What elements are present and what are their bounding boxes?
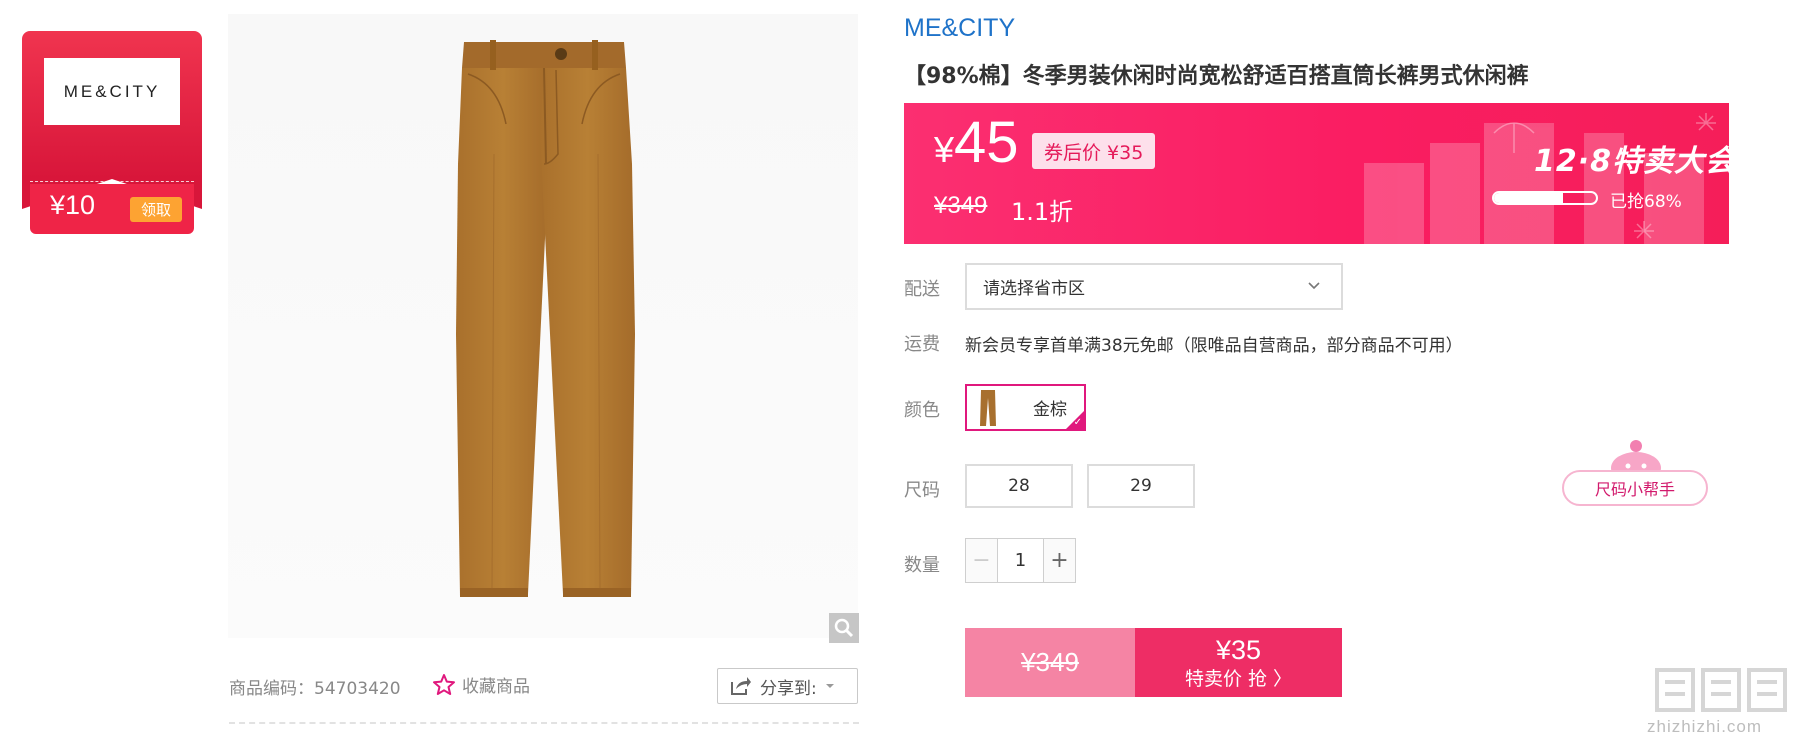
sold-progress-text: 已抢68% [1610,192,1682,212]
product-image[interactable] [228,14,858,638]
increase-quantity-button[interactable]: + [1043,539,1075,582]
caret-down-icon [825,684,834,688]
region-select-value: 请选择省市区 [983,279,1085,299]
sold-progress-bar [1492,191,1598,205]
region-select[interactable]: 请选择省市区 [965,263,1343,310]
product-sku: 商品编码：54703420 [229,679,401,699]
color-label: 颜色 [904,400,940,421]
size-option-29[interactable]: 29 [1087,464,1195,508]
size-option-28[interactable]: 28 [965,464,1073,508]
sale-event-title: 12·8特卖大会 [1534,144,1729,179]
original-price-panel: ¥349 [965,628,1135,697]
buy-sale-price: ¥35 [1215,634,1262,665]
color-option-label: 金棕 [1033,400,1067,420]
size-helper[interactable]: 尺码小帮手 [1562,440,1710,508]
star-icon [433,673,455,695]
chevron-down-icon [1308,282,1320,290]
coupon-price-badge: 券后价 ¥35 [1032,133,1156,169]
original-price: ¥349 [934,192,988,219]
buy-label: 特卖价 抢 〉 [1184,667,1293,690]
coupon-divider [30,181,194,182]
price-value: 45 [954,110,1019,175]
price-banner: ¥ 45 券后价 ¥35 ¥349 1.1折 12·8特卖大会 已抢68% [904,103,1729,244]
size-helper-label[interactable]: 尺码小帮手 [1562,470,1708,506]
coupon-card[interactable]: ME&CITY ¥10 领取 [22,31,202,236]
share-icon [731,677,751,695]
coupon-card-top: ME&CITY [22,31,202,209]
product-title: 【98%棉】冬季男装休闲时尚宽松舒适百搭直筒长裤男式休闲裤 [904,64,1529,89]
divider [229,722,859,724]
share-label: 分享到: [760,678,817,699]
shipping-label: 运费 [904,334,940,355]
share-dropdown[interactable]: 分享到: [717,668,858,704]
brand-name[interactable]: ME&CITY [904,14,1015,43]
buy-button[interactable]: ¥35 特卖价 抢 〉 [1135,628,1342,697]
color-option-selected[interactable]: 金棕 ✓ [965,384,1086,431]
current-price: ¥ 45 [934,109,1019,176]
favorite-button[interactable]: 收藏商品 [432,672,530,697]
coupon-card-bottom: ¥10 领取 [30,184,194,234]
brand-logo-text: ME&CITY [63,81,161,101]
favorite-label: 收藏商品 [462,677,530,697]
magnifier-icon [834,618,854,638]
pants-image [456,40,635,597]
zoom-button[interactable] [829,613,859,643]
delivery-label: 配送 [904,279,940,300]
brand-logo: ME&CITY [44,58,180,125]
shipping-info: 新会员专享首单满38元免邮（限唯品自营商品，部分商品不可用） [965,336,1463,356]
quantity-input[interactable] [998,539,1043,582]
quantity-label: 数量 [904,555,940,576]
coupon-amount: ¥10 [50,190,96,220]
decrease-quantity-button[interactable]: − [966,539,998,582]
watermark-text: zhizhizhi.com [1647,717,1763,736]
sold-progress-fill [1494,193,1564,203]
color-thumbnail [980,389,996,426]
quantity-stepper[interactable]: − + [965,538,1076,583]
size-label: 尺码 [904,480,940,501]
currency-symbol: ¥ [934,129,955,170]
discount-rate: 1.1折 [1011,198,1074,226]
claim-coupon-button[interactable]: 领取 [130,197,182,222]
check-icon: ✓ [1073,417,1082,428]
